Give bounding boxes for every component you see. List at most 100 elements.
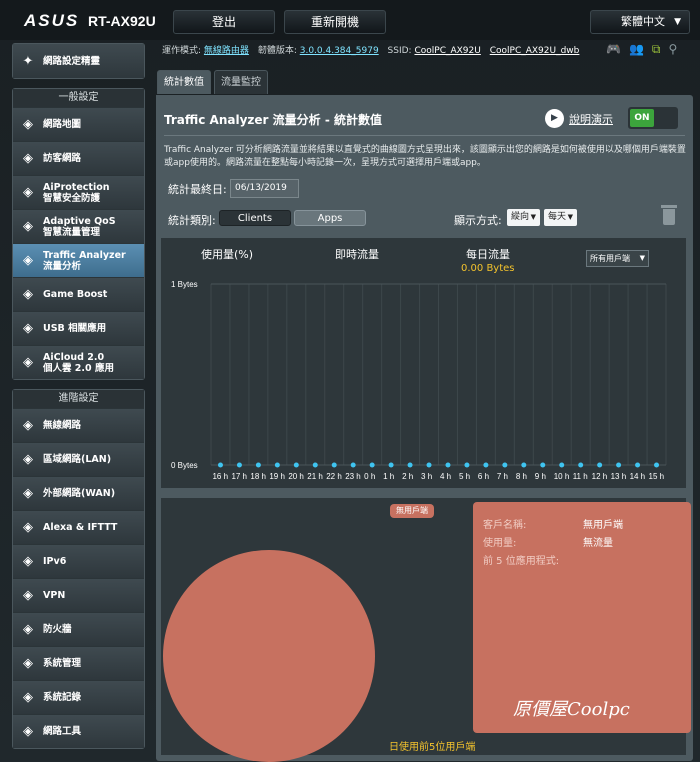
cloud-icon: ◈ <box>23 355 33 370</box>
data-point[interactable] <box>388 462 394 468</box>
tab-statistics[interactable]: 統計數值 <box>157 70 211 94</box>
logout-button[interactable]: 登出 <box>173 10 275 34</box>
sidebar-item-quick-setup[interactable]: ✦ 網路設定精靈 <box>13 44 144 78</box>
data-point[interactable] <box>578 462 584 468</box>
sidebar-item-general-4[interactable]: ◈ Traffic Analyzer 流量分析 <box>13 243 144 277</box>
data-point[interactable] <box>350 462 356 468</box>
data-point[interactable] <box>540 462 546 468</box>
wan-icon: ◈ <box>23 486 33 501</box>
data-point[interactable] <box>597 462 603 468</box>
orientation-select[interactable]: 縱向 ▼ <box>507 209 540 226</box>
apps-button[interactable]: Apps <box>294 210 366 226</box>
data-point[interactable] <box>217 462 223 468</box>
data-point[interactable] <box>331 462 337 468</box>
gamepad-icon: ◈ <box>23 287 33 302</box>
data-point[interactable] <box>369 462 375 468</box>
chart-daily-value: 0.00 Bytes <box>461 263 515 274</box>
general-settings-box: 一般設定 ◈ 網路地圖 ◈ 訪客網路 ◈ AiProtection 智慧安全防護 ◈ Adap… <box>12 88 145 380</box>
sidebar-item-advanced-3[interactable]: ◈ Alexa & IFTTT <box>13 510 144 544</box>
client-name-value: 無用戶端 <box>583 520 623 531</box>
data-point[interactable] <box>236 462 242 468</box>
usage-label: 使用量: <box>483 538 517 549</box>
client-pie-chart[interactable] <box>163 550 375 762</box>
sidebar-item-advanced-6[interactable]: ◈ 防火牆 <box>13 612 144 646</box>
data-point[interactable] <box>445 462 451 468</box>
router-admin-page: ASUS RT-AX92U 登出 重新開機 繁體中文 ▼ 運作模式: 無線路由器… <box>0 0 700 762</box>
traffic-analyzer-toggle[interactable]: ON <box>628 107 678 129</box>
chevron-down-icon: ▼ <box>639 254 645 262</box>
network-status-icon[interactable]: ⧉ <box>652 42 661 57</box>
usb-status-icon[interactable]: ⚲ <box>668 42 677 57</box>
x-tick-label: 8 h <box>516 472 527 481</box>
data-point[interactable] <box>407 462 413 468</box>
gamepad-status-icon[interactable]: 🎮 <box>606 42 621 57</box>
general-settings-list: ◈ 網路地圖 ◈ 訪客網路 ◈ AiProtection 智慧安全防護 ◈ Adaptive … <box>13 107 144 379</box>
orientation-select-value: 縱向 <box>511 212 530 222</box>
advanced-settings-list: ◈ 無線網路 ◈ 區域網路(LAN) ◈ 外部網路(WAN) ◈ Alexa & IFTTT ◈… <box>13 408 144 748</box>
data-point[interactable] <box>312 462 318 468</box>
sidebar-item-label: IPv6 <box>43 556 67 567</box>
mode-label: 運作模式: <box>162 46 202 56</box>
sidebar-item-general-5[interactable]: ◈ Game Boost <box>13 277 144 311</box>
sidebar-item-label: 網路地圖 <box>43 119 82 130</box>
data-point[interactable] <box>255 462 261 468</box>
sidebar-item-advanced-4[interactable]: ◈ IPv6 <box>13 544 144 578</box>
data-point[interactable] <box>464 462 470 468</box>
log-icon: ◈ <box>23 690 33 705</box>
ssid-value-1[interactable]: CoolPC_AX92U <box>414 46 480 56</box>
sidebar-item-general-7[interactable]: ◈ AiCloud 2.0 個人雲 2.0 應用 <box>13 345 144 379</box>
x-tick-label: 22 h <box>326 472 342 481</box>
end-date-input[interactable]: 06/13/2019 <box>230 179 299 198</box>
client-usage-area: 無用戶端 客戶名稱: 無用戶端 使用量: 無流量 前 5 位應用程式: 原價屋Coo… <box>161 498 691 762</box>
quick-setup-box: ✦ 網路設定精靈 <box>12 43 145 79</box>
sidebar-item-advanced-0[interactable]: ◈ 無線網路 <box>13 408 144 442</box>
pie-slice-label: 無用戶端 <box>390 504 434 518</box>
sidebar-item-label: 網路設定精靈 <box>43 55 101 67</box>
period-select[interactable]: 每天 ▼ <box>544 209 577 226</box>
sidebar-item-label: VPN <box>43 590 66 601</box>
sidebar-item-advanced-2[interactable]: ◈ 外部網路(WAN) <box>13 476 144 510</box>
chart-realtime-header: 即時流量 <box>335 248 379 261</box>
sidebar-item-general-2[interactable]: ◈ AiProtection 智慧安全防護 <box>13 175 144 209</box>
client-filter-select[interactable]: 所有用戶端 ▼ <box>586 250 649 267</box>
reboot-button[interactable]: 重新開機 <box>284 10 386 34</box>
users-status-icon[interactable]: 👥 <box>629 42 644 57</box>
data-point[interactable] <box>635 462 641 468</box>
language-select[interactable]: 繁體中文 ▼ <box>590 10 690 34</box>
x-tick-label: 20 h <box>288 472 304 481</box>
sidebar-item-general-3[interactable]: ◈ Adaptive QoS 智慧流量管理 <box>13 209 144 243</box>
data-point[interactable] <box>616 462 622 468</box>
data-point[interactable] <box>502 462 508 468</box>
sidebar-item-general-1[interactable]: ◈ 訪客網路 <box>13 141 144 175</box>
data-point[interactable] <box>426 462 432 468</box>
sidebar-item-label: Game Boost <box>43 289 108 300</box>
sidebar-item-general-6[interactable]: ◈ USB 相關應用 <box>13 311 144 345</box>
sidebar-item-advanced-9[interactable]: ◈ 網路工具 <box>13 714 144 748</box>
data-point[interactable] <box>293 462 299 468</box>
data-point[interactable] <box>559 462 565 468</box>
sidebar-item-advanced-8[interactable]: ◈ 系統記錄 <box>13 680 144 714</box>
mode-value-link[interactable]: 無線路由器 <box>204 46 249 56</box>
usage-value: 無流量 <box>583 538 613 549</box>
clients-button[interactable]: Clients <box>219 210 291 226</box>
data-point[interactable] <box>654 462 660 468</box>
sidebar-item-label: 外部網路(WAN) <box>43 488 116 499</box>
tab-traffic-monitor[interactable]: 流量監控 <box>214 70 268 94</box>
advanced-settings-box: 進階設定 ◈ 無線網路 ◈ 區域網路(LAN) ◈ 外部網路(WAN) ◈ Alexa & I… <box>12 389 145 749</box>
help-demo-link[interactable]: ▶ 說明演示 <box>545 109 613 128</box>
sidebar-item-label: 系統管理 <box>43 658 82 669</box>
data-point[interactable] <box>274 462 280 468</box>
sidebar-item-advanced-7[interactable]: ◈ 系統管理 <box>13 646 144 680</box>
usb-icon: ◈ <box>23 321 33 336</box>
ssid-value-2[interactable]: CoolPC_AX92U_dwb <box>490 46 580 56</box>
data-point[interactable] <box>521 462 527 468</box>
x-tick-label: 6 h <box>478 472 489 481</box>
category-label: 統計類別: <box>168 214 216 227</box>
sidebar-item-general-0[interactable]: ◈ 網路地圖 <box>13 107 144 141</box>
tools-icon: ◈ <box>23 724 33 739</box>
firmware-value-link[interactable]: 3.0.0.4.384_5979 <box>300 46 379 56</box>
sidebar-item-advanced-1[interactable]: ◈ 區域網路(LAN) <box>13 442 144 476</box>
sidebar-item-advanced-5[interactable]: ◈ VPN <box>13 578 144 612</box>
trash-icon[interactable] <box>661 204 677 226</box>
data-point[interactable] <box>483 462 489 468</box>
